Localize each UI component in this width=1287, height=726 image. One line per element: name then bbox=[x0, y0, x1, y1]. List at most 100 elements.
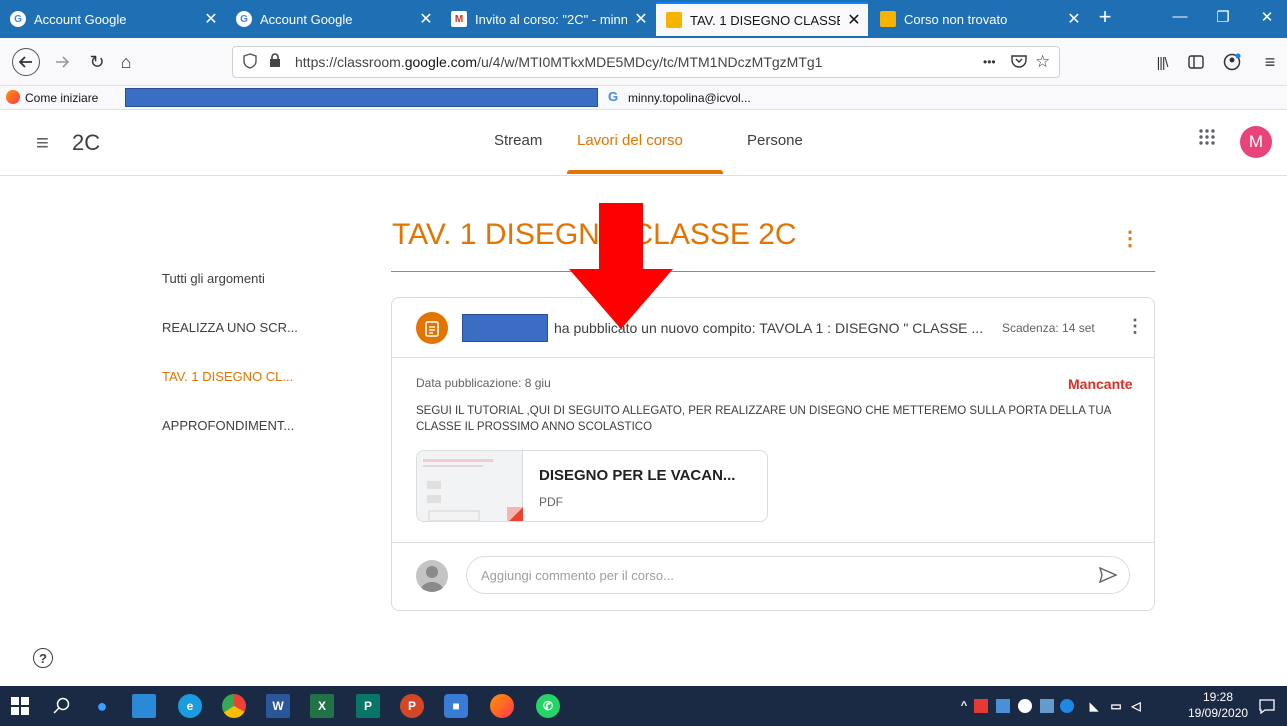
classroom-icon bbox=[880, 11, 896, 27]
close-icon[interactable]: ✕ bbox=[197, 9, 225, 29]
card-divider bbox=[392, 542, 1154, 543]
tab-title: Invito al corso: "2C" - minny.t bbox=[475, 11, 627, 27]
account-icon[interactable] bbox=[1218, 48, 1246, 76]
photos-icon[interactable] bbox=[132, 694, 156, 718]
tab-persone[interactable]: Persone bbox=[747, 132, 803, 149]
tab-title: Account Google bbox=[34, 11, 127, 27]
close-icon[interactable]: ✕ bbox=[627, 9, 655, 29]
window-close-icon[interactable]: ✕ bbox=[1252, 8, 1282, 26]
status-badge: Mancante bbox=[1068, 376, 1133, 392]
browser-tab[interactable]: M Invito al corso: "2C" - minny.t ✕ bbox=[441, 2, 655, 36]
clock-time[interactable]: 19:28 bbox=[1203, 690, 1233, 704]
firefox-icon bbox=[6, 90, 20, 104]
library-icon[interactable]: |||\ bbox=[1148, 48, 1176, 76]
classroom-header: ≡ 2C Stream Lavori del corso Persone M bbox=[0, 110, 1287, 176]
browser-tab[interactable]: G Account Google ✕ bbox=[226, 2, 440, 36]
close-icon[interactable]: ✕ bbox=[840, 10, 868, 30]
powerpoint-icon[interactable]: P bbox=[400, 694, 424, 718]
reload-icon[interactable]: ↻ bbox=[83, 48, 111, 76]
post-more-icon[interactable]: ⋮ bbox=[1126, 316, 1144, 337]
minimize-icon[interactable]: — bbox=[1165, 8, 1195, 25]
topic-all[interactable]: Tutti gli argomenti bbox=[162, 271, 265, 286]
tab-stream[interactable]: Stream bbox=[494, 132, 542, 149]
url-prefix: https://classroom. bbox=[295, 54, 405, 70]
url-text: https://classroom.google.com/u/4/w/MTI0M… bbox=[295, 54, 822, 70]
tray-app-icon[interactable] bbox=[1040, 699, 1054, 713]
topic-item[interactable]: APPROFONDIMENT... bbox=[162, 418, 294, 433]
notifications-icon[interactable] bbox=[1255, 694, 1279, 718]
comment-placeholder: Aggiungi commento per il corso... bbox=[481, 567, 674, 583]
title-divider bbox=[391, 271, 1155, 272]
clock-date[interactable]: 19/09/2020 bbox=[1188, 706, 1248, 720]
card-header[interactable]: ha pubblicato un nuovo compito: TAVOLA 1… bbox=[392, 298, 1154, 358]
browser-tab-strip: G Account Google ✕ G Account Google ✕ M … bbox=[0, 0, 1287, 38]
attachment[interactable]: DISEGNO PER LE VACAN... PDF bbox=[416, 450, 768, 522]
url-path: /u/4/w/MTI0MTkxMDE5MDcy/tc/MTM1NDczMTgzM… bbox=[477, 54, 823, 70]
browser-tab[interactable]: G Account Google ✕ bbox=[0, 2, 225, 36]
new-tab-button[interactable]: + bbox=[1090, 4, 1120, 30]
hamburger-menu-icon[interactable]: ≡ bbox=[1256, 48, 1284, 76]
url-domain: google.com bbox=[404, 54, 478, 70]
url-bar[interactable]: https://classroom.google.com/u/4/w/MTI0M… bbox=[232, 46, 1060, 78]
bookmarks-bar: Come iniziare G minny.topolina@icvol... bbox=[0, 86, 1287, 110]
gmail-icon: M bbox=[451, 11, 467, 27]
tray-chevron-icon[interactable]: ^ bbox=[952, 694, 976, 718]
bookmark-account[interactable]: minny.topolina@icvol... bbox=[628, 91, 751, 105]
chrome-icon[interactable] bbox=[222, 694, 246, 718]
google-icon: G bbox=[10, 11, 26, 27]
close-icon[interactable]: ✕ bbox=[412, 9, 440, 29]
avatar[interactable]: M bbox=[1240, 126, 1272, 158]
tab-title: Account Google bbox=[260, 11, 353, 27]
home-icon[interactable]: ⌂ bbox=[112, 48, 140, 76]
edge-icon[interactable]: e bbox=[178, 694, 202, 718]
topic-more-icon[interactable]: ⋮ bbox=[1120, 226, 1140, 251]
pdf-preview-icon bbox=[423, 459, 523, 521]
word-icon[interactable]: W bbox=[266, 694, 290, 718]
search-icon[interactable] bbox=[50, 694, 74, 718]
comment-input[interactable]: Aggiungi commento per il corso... bbox=[466, 556, 1130, 594]
people-icon[interactable]: ● bbox=[90, 694, 114, 718]
bluetooth-icon[interactable] bbox=[1060, 699, 1074, 713]
class-name[interactable]: 2C bbox=[72, 130, 100, 156]
assignment-description: SEGUI IL TUTORIAL ,QUI DI SEGUITO ALLEGA… bbox=[416, 405, 1111, 433]
browser-tab[interactable]: Corso non trovato ✕ bbox=[870, 2, 1088, 36]
apps-grid-icon[interactable] bbox=[1198, 128, 1216, 151]
bookmark-come-iniziare[interactable]: Come iniziare bbox=[25, 91, 98, 105]
bookmark-star-icon[interactable]: ☆ bbox=[1035, 52, 1050, 72]
main-menu-icon[interactable]: ≡ bbox=[36, 130, 49, 156]
camera-icon[interactable]: ■ bbox=[444, 694, 468, 718]
windows-start-icon[interactable] bbox=[8, 694, 32, 718]
tray-app-icon[interactable] bbox=[996, 699, 1010, 713]
firefox-icon[interactable] bbox=[490, 694, 514, 718]
close-icon[interactable]: ✕ bbox=[1060, 9, 1088, 29]
restore-icon[interactable]: ❐ bbox=[1208, 8, 1238, 26]
back-button[interactable] bbox=[12, 48, 40, 76]
help-icon[interactable]: ? bbox=[33, 648, 53, 668]
pocket-icon[interactable] bbox=[1011, 54, 1027, 71]
assignment-card: ha pubblicato un nuovo compito: TAVOLA 1… bbox=[391, 297, 1155, 611]
tray-app-icon[interactable] bbox=[974, 699, 988, 713]
page-actions-menu-icon[interactable]: ••• bbox=[983, 55, 996, 69]
attachment-type: PDF bbox=[539, 495, 563, 509]
windows-taskbar: ● e W X P P ■ ✆ ^ ◣ ▭ ◁ 19:28 19/09/2020 bbox=[0, 686, 1287, 726]
whatsapp-icon[interactable]: ✆ bbox=[536, 694, 560, 718]
topic-item[interactable]: REALIZZA UNO SCR... bbox=[162, 320, 298, 335]
forward-button[interactable] bbox=[48, 48, 76, 76]
network-icon[interactable]: ◣ bbox=[1082, 694, 1106, 718]
tab-lavori-del-corso[interactable]: Lavori del corso bbox=[577, 132, 683, 149]
send-icon[interactable] bbox=[1098, 566, 1118, 586]
classroom-icon bbox=[666, 12, 682, 28]
user-avatar-icon bbox=[416, 560, 448, 592]
attachment-thumbnail bbox=[417, 451, 523, 521]
sidebar-icon[interactable] bbox=[1182, 48, 1210, 76]
redacted-teacher-name bbox=[462, 314, 548, 342]
annotation-arrow bbox=[569, 203, 673, 329]
topic-item-active[interactable]: TAV. 1 DISEGNO CL... bbox=[162, 369, 293, 384]
browser-tab-active[interactable]: TAV. 1 DISEGNO CLASSE 2C ✕ bbox=[656, 2, 868, 36]
assignment-icon bbox=[416, 312, 448, 344]
volume-icon[interactable]: ◁ bbox=[1124, 694, 1148, 718]
excel-icon[interactable]: X bbox=[310, 694, 334, 718]
publisher-icon[interactable]: P bbox=[356, 694, 380, 718]
back-arrow-icon bbox=[18, 56, 32, 68]
tray-app-icon[interactable] bbox=[1018, 699, 1032, 713]
